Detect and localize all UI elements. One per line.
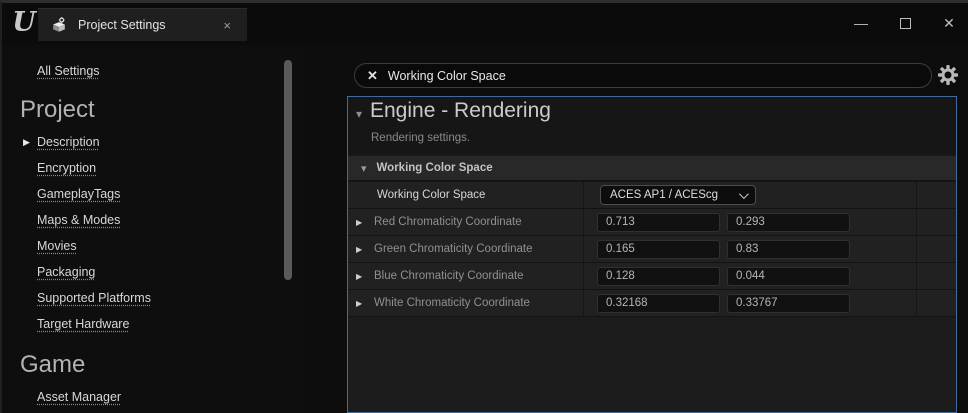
maximize-button[interactable]	[892, 10, 918, 36]
sidebar-item-label[interactable]: Supported Platforms	[2, 285, 302, 311]
row-value-cell	[584, 290, 917, 316]
row-label-cell: ▶ Blue Chromaticity Coordinate	[348, 263, 584, 289]
row-label: Red Chromaticity Coordinate	[348, 216, 522, 228]
sidebar-item-label[interactable]: Maps & Modes	[2, 207, 302, 233]
row-label: Blue Chromaticity Coordinate	[348, 270, 524, 282]
unreal-logo-icon: U	[10, 6, 38, 40]
tab-project-settings[interactable]: Project Settings ×	[38, 8, 247, 41]
sidebar-item-asset-manager[interactable]: Asset Manager	[2, 384, 302, 410]
category-collapse-caret-icon[interactable]: ▾	[361, 162, 367, 175]
sidebar-project-list: ▶ Description Encryption GameplayTags Ma…	[2, 129, 302, 337]
sidebar-item-label[interactable]: Encryption	[2, 155, 302, 181]
clear-search-icon[interactable]: ✕	[355, 68, 388, 84]
row-label-cell: ▶ Red Chromaticity Coordinate	[348, 209, 584, 235]
sidebar-item-label[interactable]: Asset Manager	[2, 384, 302, 410]
project-settings-box-gear-icon	[50, 16, 68, 34]
close-button[interactable]: ✕	[936, 10, 962, 36]
reset-column	[917, 290, 956, 316]
sidebar-heading-project: Project	[2, 96, 302, 124]
dropdown-selected-value: ACES AP1 / ACEScg	[610, 189, 718, 201]
settings-rows: Working Color Space ACES AP1 / ACEScg ▶ …	[348, 182, 956, 317]
expand-caret-icon[interactable]: ▶	[356, 245, 362, 254]
maximize-icon	[900, 18, 911, 29]
row-green-chromaticity: ▶ Green Chromaticity Coordinate	[348, 236, 956, 263]
tab-close-icon[interactable]: ×	[219, 16, 235, 35]
row-label: White Chromaticity Coordinate	[348, 297, 530, 309]
tab-title: Project Settings	[78, 18, 219, 32]
sidebar-item-label[interactable]: Movies	[2, 233, 302, 259]
sidebar-item-all-settings[interactable]: All Settings	[2, 58, 302, 84]
color-space-dropdown[interactable]: ACES AP1 / ACEScg	[600, 185, 756, 205]
sidebar-item-supported-platforms[interactable]: Supported Platforms	[2, 285, 302, 311]
minimize-button[interactable]: —	[848, 10, 874, 36]
blue-x-input[interactable]	[597, 267, 720, 286]
sidebar-item-description[interactable]: ▶ Description	[2, 129, 302, 155]
titlebar: U Project Settings × — ✕	[2, 3, 968, 45]
section-subtitle: Rendering settings.	[371, 132, 470, 144]
reset-column	[917, 182, 956, 208]
blue-y-input[interactable]	[727, 267, 850, 286]
row-label: Working Color Space	[348, 189, 485, 201]
row-blue-chromaticity: ▶ Blue Chromaticity Coordinate	[348, 263, 956, 290]
category-label: Working Color Space	[377, 162, 493, 174]
row-value-cell	[584, 209, 917, 235]
section-title: Engine - Rendering	[370, 99, 551, 123]
expand-caret-icon[interactable]: ▶	[23, 129, 30, 155]
sidebar-item-movies[interactable]: Movies	[2, 233, 302, 259]
green-x-input[interactable]	[597, 240, 720, 259]
sidebar-game-list: Asset Manager	[2, 384, 302, 410]
category-working-color-space[interactable]: ▾ Working Color Space	[348, 155, 956, 181]
settings-sidebar: All Settings Project ▶ Description Encry…	[2, 45, 302, 413]
row-value-cell	[584, 263, 917, 289]
row-label-cell: Working Color Space	[348, 182, 584, 208]
row-label-cell: ▶ White Chromaticity Coordinate	[348, 290, 584, 316]
sidebar-item-label[interactable]: Packaging	[2, 259, 302, 285]
row-white-chromaticity: ▶ White Chromaticity Coordinate	[348, 290, 956, 317]
green-y-input[interactable]	[727, 240, 850, 259]
row-red-chromaticity: ▶ Red Chromaticity Coordinate	[348, 209, 956, 236]
reset-column	[917, 209, 956, 235]
section-collapse-caret-icon[interactable]: ▾	[356, 107, 362, 121]
sidebar-item-encryption[interactable]: Encryption	[2, 155, 302, 181]
sidebar-item-target-hardware[interactable]: Target Hardware	[2, 311, 302, 337]
red-y-input[interactable]	[727, 213, 850, 232]
red-x-input[interactable]	[597, 213, 720, 232]
main-area: ✕ ▾ Engine - Ren	[302, 45, 968, 413]
row-label: Green Chromaticity Coordinate	[348, 243, 533, 255]
reset-column	[917, 236, 956, 262]
sidebar-item-gameplaytags[interactable]: GameplayTags	[2, 181, 302, 207]
engine-rendering-panel: ▾ Engine - Rendering Rendering settings.…	[347, 96, 957, 413]
sidebar-heading-game: Game	[2, 351, 302, 379]
row-working-color-space: Working Color Space ACES AP1 / ACEScg	[348, 182, 956, 209]
sidebar-item-label[interactable]: Target Hardware	[2, 311, 302, 337]
sidebar-item-label[interactable]: Description	[2, 129, 302, 155]
row-value-cell	[584, 236, 917, 262]
expand-caret-icon[interactable]: ▶	[356, 218, 362, 227]
row-value-cell: ACES AP1 / ACEScg	[584, 182, 917, 208]
white-y-input[interactable]	[727, 294, 850, 313]
window-controls: — ✕	[848, 9, 962, 37]
sidebar-item-label[interactable]: GameplayTags	[2, 181, 302, 207]
settings-gear-icon[interactable]	[938, 65, 958, 85]
white-x-input[interactable]	[597, 294, 720, 313]
sidebar-item-packaging[interactable]: Packaging	[2, 259, 302, 285]
expand-caret-icon[interactable]: ▶	[356, 299, 362, 308]
sidebar-item-maps-modes[interactable]: Maps & Modes	[2, 207, 302, 233]
project-settings-window: U Project Settings × — ✕ All Settings	[0, 0, 968, 413]
row-label-cell: ▶ Green Chromaticity Coordinate	[348, 236, 584, 262]
search-bar[interactable]: ✕	[354, 63, 932, 88]
chevron-down-icon	[739, 189, 749, 199]
reset-column	[917, 263, 956, 289]
panel-empty-area	[348, 317, 956, 412]
expand-caret-icon[interactable]: ▶	[356, 272, 362, 281]
sidebar-scrollbar[interactable]	[284, 60, 292, 280]
search-input[interactable]	[388, 69, 931, 83]
